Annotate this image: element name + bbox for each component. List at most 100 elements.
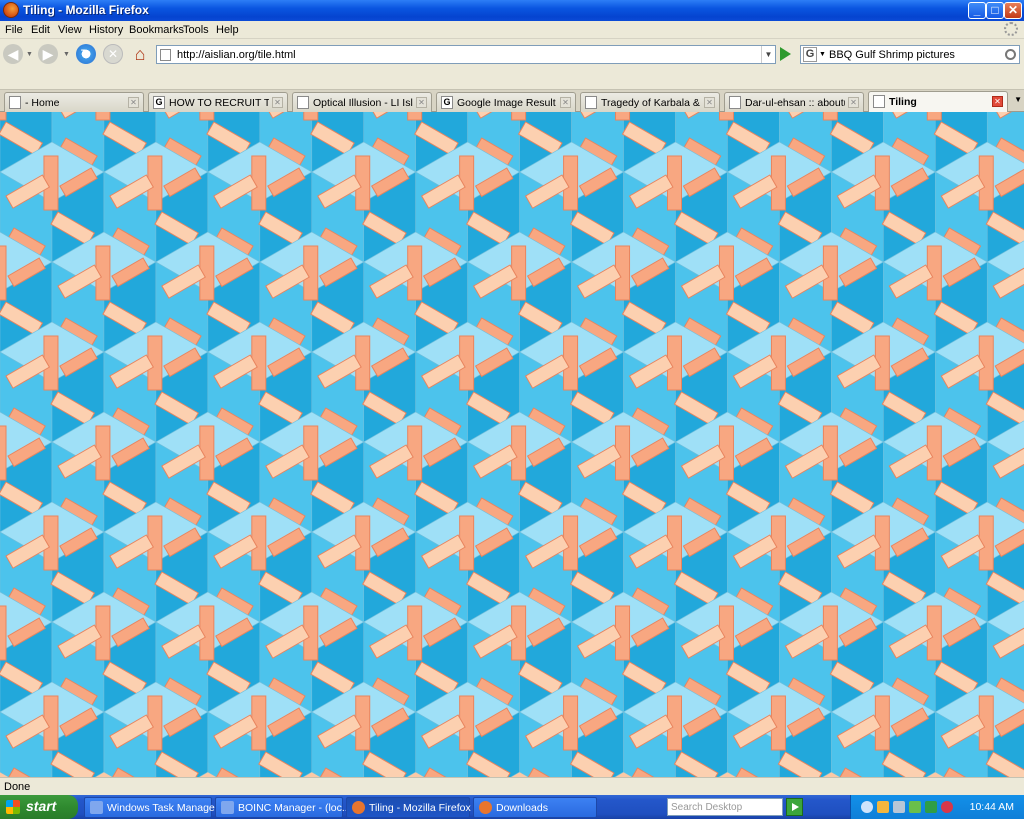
go-button[interactable]	[780, 47, 791, 61]
task-label: BOINC Manager - (loc...	[238, 802, 351, 814]
start-button[interactable]: start	[0, 795, 78, 819]
forward-history-dropdown[interactable]: ▼	[63, 51, 70, 58]
menu-help[interactable]: Help	[216, 24, 239, 36]
tray-monitor-icon[interactable]	[893, 801, 905, 813]
tab-recruit[interactable]: G HOW TO RECRUIT THE... ✕	[148, 92, 288, 112]
tab-close-icon[interactable]: ✕	[992, 96, 1003, 107]
tab-close-icon[interactable]: ✕	[416, 97, 427, 108]
task-task-manager[interactable]: Windows Task Manager	[84, 797, 218, 818]
search-input[interactable]: BBQ Gulf Shrimp pictures	[829, 49, 955, 61]
tray-security-icon[interactable]	[941, 801, 953, 813]
tray-network-icon[interactable]	[877, 801, 889, 813]
system-tray: 10:44 AM	[850, 795, 1024, 819]
tab-label: Tiling	[889, 96, 917, 108]
tab-optical-illusion[interactable]: Optical Illusion - LI Isla... ✕	[292, 92, 432, 112]
status-text: Done	[4, 781, 31, 793]
page-content	[0, 112, 1024, 777]
home-button[interactable]: ⌂	[130, 44, 150, 64]
task-downloads[interactable]: Downloads	[473, 797, 597, 818]
tab-google-image[interactable]: G Google Image Result fo... ✕	[436, 92, 576, 112]
tile-beam	[0, 605, 7, 661]
quick-launch-icons[interactable]	[818, 799, 848, 815]
task-manager-icon	[90, 801, 103, 814]
tab-label: - Home	[25, 97, 60, 109]
taskbar: start Windows Task Manager BOINC Manager…	[0, 795, 1024, 819]
throbber-icon	[1004, 22, 1018, 36]
tab-close-icon[interactable]: ✕	[272, 97, 283, 108]
tile-beam	[718, 112, 734, 121]
stop-button[interactable]: ✕	[103, 44, 123, 64]
page-icon	[9, 96, 21, 109]
firefox-icon	[352, 801, 365, 814]
tab-list-button[interactable]: ▼	[1014, 95, 1022, 104]
search-engine-dropdown[interactable]: ▼	[819, 51, 826, 58]
tray-app-icon[interactable]	[925, 801, 937, 813]
menu-tools[interactable]: Tools	[183, 24, 209, 36]
firefox-window: Tiling - Mozilla Firefox _ □ ✕ File Edit…	[0, 0, 1024, 795]
tile-beam	[511, 112, 527, 121]
task-label: Tiling - Mozilla Firefox	[369, 802, 471, 814]
tray-expand-icon[interactable]	[861, 801, 873, 813]
tile-beam	[615, 112, 631, 121]
tile-beam	[199, 112, 215, 121]
tile-beam	[0, 245, 7, 301]
page-icon	[160, 49, 171, 61]
windows-logo-icon	[6, 800, 20, 814]
firefox-icon	[479, 801, 492, 814]
page-icon	[585, 96, 597, 109]
tile-beam	[822, 112, 838, 121]
desktop-search-go-button[interactable]	[786, 798, 803, 816]
back-button[interactable]: ◀	[3, 44, 23, 64]
url-text[interactable]: http://aislian.org/tile.html	[177, 49, 296, 61]
tab-label: Optical Illusion - LI Isla...	[313, 97, 413, 109]
tab-label: Dar-ul-ehsan :: aboutu...	[745, 97, 845, 109]
maximize-button[interactable]: □	[986, 2, 1004, 19]
tray-shield-icon[interactable]	[909, 801, 921, 813]
tile-beam	[303, 112, 319, 121]
menu-history[interactable]: History	[89, 24, 123, 36]
bookmarks-toolbar	[0, 69, 1024, 90]
search-bar[interactable]: G ▼ BBQ Gulf Shrimp pictures	[800, 45, 1020, 64]
task-firefox[interactable]: Tiling - Mozilla Firefox	[346, 797, 471, 818]
tab-close-icon[interactable]: ✕	[560, 97, 571, 108]
menu-edit[interactable]: Edit	[31, 24, 50, 36]
tab-label: HOW TO RECRUIT THE...	[169, 97, 269, 109]
tab-dar-ul-ehsan[interactable]: Dar-ul-ehsan :: aboutu... ✕	[724, 92, 864, 112]
tab-label: Google Image Result fo...	[457, 97, 557, 109]
desktop-search-input[interactable]: Search Desktop	[667, 798, 783, 816]
google-icon[interactable]: G	[803, 47, 817, 62]
google-icon: G	[441, 96, 453, 109]
tile-beam	[926, 112, 942, 121]
tab-label: Tragedy of Karbala & M...	[601, 97, 701, 109]
boinc-icon	[221, 801, 234, 814]
tab-close-icon[interactable]: ✕	[848, 97, 859, 108]
menu-bookmarks[interactable]: Bookmarks	[129, 24, 184, 36]
tiling-pattern	[0, 112, 1024, 777]
url-bar[interactable]: http://aislian.org/tile.html ▼	[156, 45, 776, 64]
tab-close-icon[interactable]: ✕	[128, 97, 139, 108]
tab-home[interactable]: - Home ✕	[4, 92, 144, 112]
minimize-button[interactable]: _	[968, 2, 986, 19]
tab-tiling[interactable]: Tiling ✕	[868, 91, 1008, 112]
window-title: Tiling - Mozilla Firefox	[23, 3, 149, 17]
back-history-dropdown[interactable]: ▼	[26, 51, 33, 58]
tab-close-icon[interactable]: ✕	[704, 97, 715, 108]
forward-button[interactable]: ▶	[38, 44, 58, 64]
tile-beam	[0, 425, 7, 481]
tab-karbala[interactable]: Tragedy of Karbala & M... ✕	[580, 92, 720, 112]
menu-view[interactable]: View	[58, 24, 82, 36]
clock: 10:44 AM	[969, 801, 1014, 813]
google-icon: G	[153, 96, 165, 109]
close-button[interactable]: ✕	[1004, 2, 1022, 19]
page-icon	[873, 95, 885, 108]
start-label: start	[26, 798, 57, 814]
reload-button[interactable]: ↻	[76, 44, 96, 64]
search-icon[interactable]	[1005, 49, 1016, 60]
task-boinc[interactable]: BOINC Manager - (loc...	[215, 797, 351, 818]
page-icon	[297, 96, 309, 109]
title-bar[interactable]: Tiling - Mozilla Firefox _ □ ✕	[0, 0, 1024, 21]
menu-file[interactable]: File	[5, 24, 23, 36]
task-label: Downloads	[496, 802, 548, 814]
url-dropdown-button[interactable]: ▼	[761, 46, 775, 63]
page-icon	[729, 96, 741, 109]
